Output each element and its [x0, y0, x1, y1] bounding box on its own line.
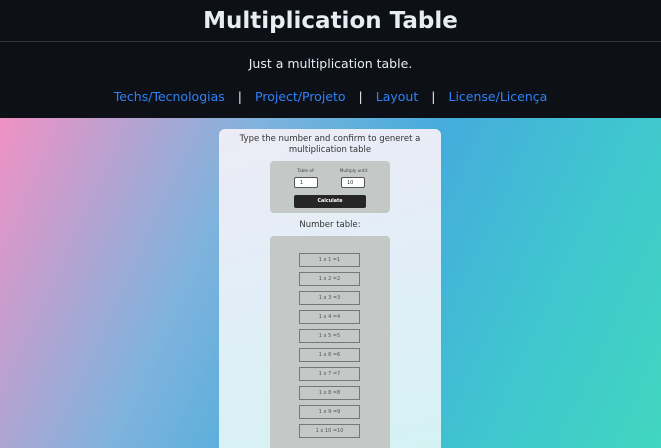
table-row: 1 x 9 =9 — [299, 405, 360, 419]
multiplication-card: Type the number and confirm to generet a… — [219, 129, 441, 448]
table-row: 1 x 1 =1 — [299, 253, 360, 267]
nav-separator: | — [358, 89, 363, 104]
table-row: 1 x 6 =6 — [299, 348, 360, 362]
nav-link-license[interactable]: License/Licença — [448, 89, 547, 104]
table-row: 1 x 2 =2 — [299, 272, 360, 286]
page-title: Multiplication Table — [203, 7, 458, 34]
table-row: 1 x 3 =3 — [299, 291, 360, 305]
table-row: 1 x 5 =5 — [299, 329, 360, 343]
multiply-until-input[interactable] — [341, 177, 365, 188]
page-subtitle: Just a multiplication table. — [248, 56, 413, 71]
page-header: Multiplication Table — [0, 0, 661, 42]
table-row: 1 x 4 =4 — [299, 310, 360, 324]
table-row: 1 x 10 =10 — [299, 424, 360, 438]
nav-link-layout[interactable]: Layout — [376, 89, 419, 104]
table-of-label: Table of: — [297, 168, 315, 173]
nav-separator: | — [431, 89, 436, 104]
table-of-input[interactable] — [294, 177, 318, 188]
number-table: 1 x 1 =1 1 x 2 =2 1 x 3 =3 1 x 4 =4 1 x … — [270, 236, 390, 448]
nav-link-project[interactable]: Project/Projeto — [255, 89, 346, 104]
multiply-until-label: Multiply until: — [339, 168, 369, 173]
instruction-text: Type the number and confirm to generet a… — [239, 134, 421, 155]
nav-link-techs[interactable]: Techs/Tecnologias — [114, 89, 225, 104]
nav-separator: | — [237, 89, 243, 104]
calculate-button[interactable]: Calculate — [294, 195, 366, 208]
table-row: 1 x 7 =7 — [299, 367, 360, 381]
nav-links: Techs/Tecnologias | Project/Projeto | La… — [0, 89, 661, 104]
input-form: Table of: Multiply until: Calculate — [270, 161, 390, 213]
table-row: 1 x 8 =8 — [299, 386, 360, 400]
number-table-title: Number table: — [299, 220, 361, 230]
